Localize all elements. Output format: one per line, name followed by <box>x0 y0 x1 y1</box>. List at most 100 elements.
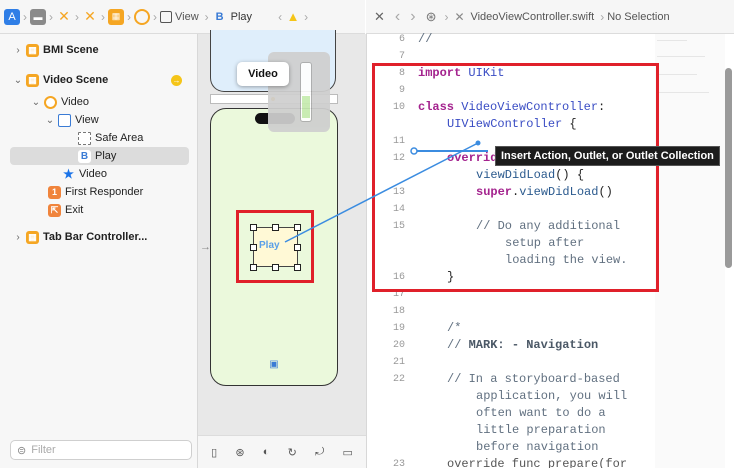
tree-row-video-controller[interactable]: ⌄ Video <box>0 93 198 111</box>
tree-row-video-tab-item[interactable]: ★ Video <box>0 165 198 183</box>
entry-arrow-icon: → <box>200 241 211 253</box>
tree-label: Safe Area <box>95 132 144 144</box>
chevron-right-icon: › <box>600 9 605 24</box>
scene-tooltip: Video <box>237 62 289 86</box>
view-icon <box>58 113 71 127</box>
document-outline: › ▦ BMI Scene ⌄ ▦ Video Scene → ⌄ Video … <box>0 34 198 468</box>
chevron-right-icon: › <box>101 9 105 24</box>
line-number: 21 <box>392 357 405 368</box>
highlight-box <box>236 210 314 283</box>
tree-label: View <box>75 114 99 126</box>
tree-row-tab-bar-controller[interactable]: › ▦ Tab Bar Controller... <box>0 228 198 246</box>
jump-bar-play[interactable]: Play <box>231 11 252 23</box>
button-icon[interactable]: B <box>212 9 228 25</box>
canvas-toolbar: ▯ ⊛ ◐ ↻ ⤾ ▭ <box>198 435 366 468</box>
app-store-icon[interactable]: A <box>4 8 20 25</box>
tree-label: BMI Scene <box>43 44 99 56</box>
swift-file-icon[interactable]: ✕ <box>82 8 98 25</box>
drag-preview-content <box>302 96 310 118</box>
scene-icon[interactable]: ▦ <box>108 8 124 25</box>
appearance-icon[interactable]: ◐ <box>263 446 270 458</box>
line-number: 22 <box>392 374 405 385</box>
tree-row-safe-area[interactable]: Safe Area <box>0 129 198 147</box>
tree-row-view[interactable]: ⌄ View <box>0 111 198 129</box>
forward-icon[interactable]: › <box>410 8 415 26</box>
view-controller-icon <box>44 95 57 109</box>
disclosure-closed-icon[interactable]: › <box>12 232 24 243</box>
document-outline-toggle-icon[interactable]: ▯ <box>211 446 217 459</box>
code-line[interactable]: little preparation <box>476 423 606 437</box>
vertical-scrollbar[interactable] <box>725 68 732 268</box>
filter-placeholder: Filter <box>31 444 56 456</box>
minimap-line <box>657 56 705 57</box>
view-icon[interactable] <box>160 10 172 23</box>
tree-label: Tab Bar Controller... <box>43 231 148 243</box>
chevron-right-icon: › <box>444 9 449 24</box>
orientation-icon[interactable]: ↻ <box>288 446 297 459</box>
close-icon[interactable]: ✕ <box>374 9 385 25</box>
filter-field[interactable]: ⊜ Filter <box>10 440 192 460</box>
scene-icon: ▦ <box>26 230 39 244</box>
tree-label: Video <box>61 96 89 108</box>
chevron-right-icon: › <box>49 9 53 24</box>
related-items-icon[interactable]: ⊛ <box>426 9 437 25</box>
code-line[interactable]: // MARK: - Navigation <box>447 338 598 352</box>
swift-file-icon[interactable]: ✕ <box>451 9 467 25</box>
code-line[interactable]: /* <box>447 321 461 335</box>
line-number: 7 <box>398 51 405 62</box>
minimap-line <box>657 74 697 75</box>
code-line[interactable]: often want to do a <box>476 406 606 420</box>
disclosure-open-icon[interactable]: ⌄ <box>30 97 42 108</box>
first-responder-icon: 1 <box>48 185 61 199</box>
go-arrow-icon[interactable]: → <box>171 74 182 86</box>
code-line[interactable]: before navigation <box>476 440 598 454</box>
file-name[interactable]: VideoViewController.swift <box>470 11 594 23</box>
storyboard-canvas[interactable]: ▣ → Play Video <box>198 30 366 435</box>
disclosure-closed-icon[interactable]: › <box>12 45 24 56</box>
minimap-line <box>657 92 709 93</box>
chevron-left-icon[interactable]: ‹ <box>278 10 282 24</box>
rotate-icon[interactable]: ⤾ <box>315 446 324 459</box>
code-line[interactable]: override func prepare(for <box>447 457 627 468</box>
highlight-box <box>372 63 659 292</box>
code-mark: MARK: - Navigation <box>468 338 599 352</box>
back-icon[interactable]: ‹ <box>395 8 400 26</box>
minimap-line <box>657 40 687 41</box>
tree-row-video-scene[interactable]: ⌄ ▦ Video Scene → <box>0 71 198 89</box>
button-icon: B <box>78 149 91 163</box>
scene-icon: ▦ <box>26 43 39 57</box>
tree-label: Video <box>79 168 107 180</box>
swift-file-icon[interactable]: ✕ <box>56 8 72 25</box>
editor-jump-bar: ✕ ‹ › ⊛ › ✕ VideoViewController.swift › … <box>366 0 734 34</box>
star-icon: ★ <box>63 167 74 181</box>
connection-tooltip: Insert Action, Outlet, or Outlet Collect… <box>495 146 720 166</box>
jump-bar-view[interactable]: View <box>175 11 199 23</box>
tab-bar-item-icon[interactable]: ▣ <box>267 359 281 371</box>
disclosure-open-icon[interactable]: ⌄ <box>44 115 56 126</box>
line-number: 19 <box>392 323 405 334</box>
tree-row-exit[interactable]: ⇱ Exit <box>0 201 198 219</box>
view-controller-icon[interactable] <box>134 8 150 25</box>
tree-row-first-responder[interactable]: 1 First Responder <box>0 183 198 201</box>
code-line[interactable]: application, you will <box>476 389 627 403</box>
selection-label[interactable]: No Selection <box>607 11 669 23</box>
code-comment: // <box>447 338 469 352</box>
tree-row-play[interactable]: B Play <box>10 147 189 165</box>
line-number: 6 <box>398 34 405 45</box>
chevron-right-icon: › <box>23 9 27 24</box>
canvas-jump-bar: A › ▬ › ✕ › ✕ › ▦ › › View › B Play ‹ ▲ … <box>0 0 365 34</box>
source-editor[interactable]: 6 7 8 9 10 11 12 13 14 15 16 17 18 19 20… <box>366 32 734 468</box>
line-number: 18 <box>392 306 405 317</box>
tree-row-bmi-scene[interactable]: › ▦ BMI Scene <box>0 41 198 59</box>
code-line[interactable]: // In a storyboard-based <box>447 372 620 386</box>
tree-label: Play <box>95 150 117 162</box>
chevron-right-icon[interactable]: › <box>304 10 308 24</box>
accessibility-icon[interactable]: ⊛ <box>235 446 244 459</box>
minimap[interactable] <box>655 34 725 468</box>
disclosure-open-icon[interactable]: ⌄ <box>12 75 24 86</box>
warning-icon[interactable]: ▲ <box>285 9 301 25</box>
code-line[interactable]: // <box>418 32 432 46</box>
folder-icon[interactable]: ▬ <box>30 8 46 25</box>
device-icon[interactable]: ▭ <box>342 446 352 459</box>
chevron-right-icon: › <box>75 9 79 24</box>
